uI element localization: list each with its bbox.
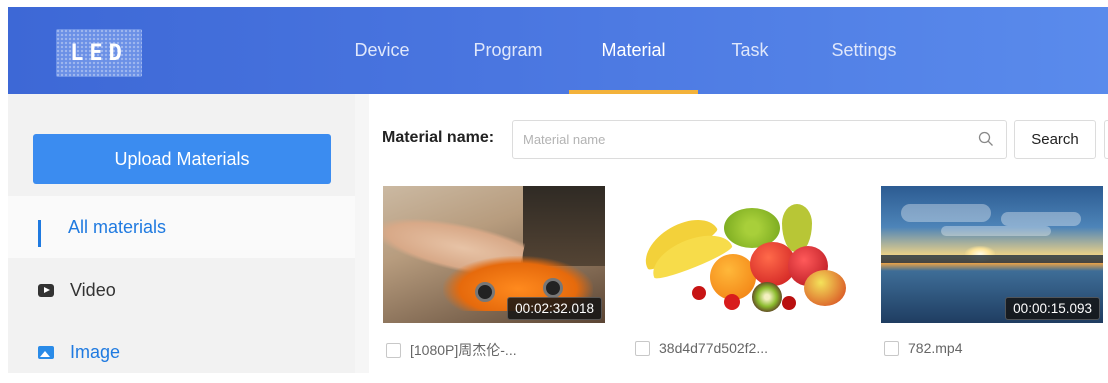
cloud-shape (1001, 212, 1081, 226)
top-navigation-bar: LED Device Program Material Task Setting… (8, 7, 1108, 94)
berry-shape (724, 294, 740, 310)
cut-off-button[interactable] (1104, 120, 1108, 159)
material-card[interactable]: 00:00:15.093 782.mp4 (881, 186, 1103, 356)
apple-shape (804, 270, 846, 306)
berry-shape (692, 286, 706, 300)
active-nav-indicator (569, 90, 698, 94)
nav-task[interactable]: Task (715, 7, 785, 94)
video-icon (38, 283, 54, 297)
image-thumbnail[interactable] (632, 186, 854, 323)
video-thumbnail[interactable]: 00:02:32.018 (383, 186, 605, 323)
wheel-shape (543, 278, 563, 298)
material-name-row: 782.mp4 (884, 340, 962, 356)
logo-text: LED (70, 40, 128, 66)
horizon-shape (881, 255, 1103, 263)
led-logo[interactable]: LED (56, 29, 142, 77)
nav-settings[interactable]: Settings (820, 7, 908, 94)
sidebar-item-label: Image (70, 341, 121, 362)
grid-icon (38, 220, 52, 247)
material-card[interactable]: 00:02:32.018 [1080P]周杰伦-... (383, 186, 605, 358)
sidebar-item-all-materials[interactable]: All materials (8, 196, 355, 258)
nav-material[interactable]: Material (569, 7, 698, 94)
cloud-shape (941, 226, 1051, 236)
select-checkbox[interactable] (386, 342, 401, 358)
pear-shape (782, 204, 812, 252)
background-wall (523, 186, 605, 266)
sidebar-item-label: Video (70, 279, 116, 300)
material-name-row: [1080P]周杰伦-... (386, 340, 517, 360)
wheel-shape (475, 282, 495, 302)
berry-shape (782, 296, 796, 310)
sidebar-item-video[interactable]: Video (8, 259, 355, 321)
material-card[interactable]: 38d4d77d502f2... (632, 186, 854, 356)
search-box (512, 120, 1007, 159)
cloud-shape (901, 204, 991, 222)
image-icon (38, 345, 54, 359)
sidebar-item-image[interactable]: Image (8, 321, 355, 383)
material-name: 38d4d77d502f2... (659, 340, 768, 356)
video-duration: 00:02:32.018 (507, 297, 602, 320)
video-duration: 00:00:15.093 (1005, 297, 1100, 320)
select-checkbox[interactable] (635, 340, 650, 356)
search-button[interactable]: Search (1014, 120, 1096, 159)
sidebar-item-label: All materials (68, 216, 167, 237)
material-name: [1080P]周杰伦-... (410, 342, 517, 358)
nav-program[interactable]: Program (458, 7, 558, 94)
search-icon[interactable] (978, 131, 994, 147)
material-name: 782.mp4 (908, 340, 963, 356)
upload-materials-button[interactable]: Upload Materials (33, 134, 331, 184)
select-checkbox[interactable] (884, 340, 899, 356)
material-name-input[interactable] (523, 121, 963, 158)
sidebar-divider (355, 94, 369, 373)
material-name-label: Material name: (382, 129, 495, 146)
kiwi-shape (752, 282, 782, 312)
nav-device[interactable]: Device (344, 7, 420, 94)
material-name-row: 38d4d77d502f2... (635, 340, 768, 356)
video-thumbnail[interactable]: 00:00:15.093 (881, 186, 1103, 323)
